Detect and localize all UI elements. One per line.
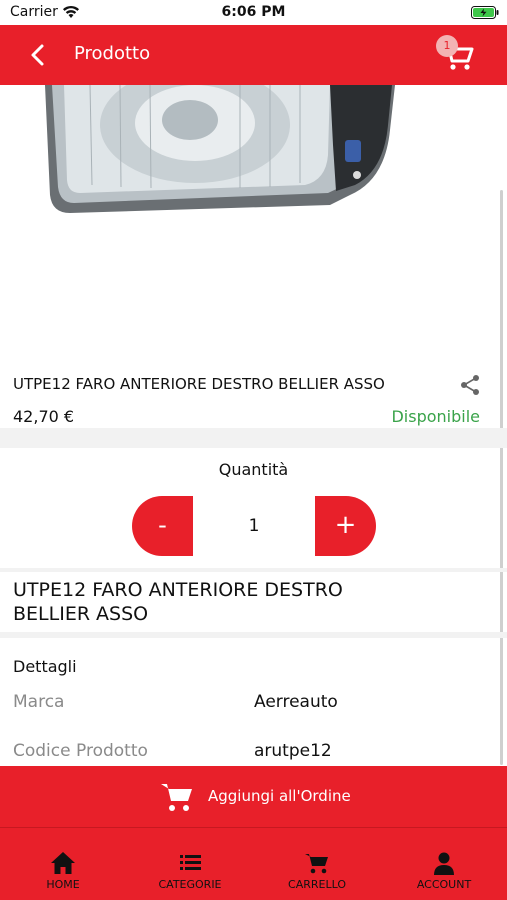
user-icon (434, 852, 454, 875)
product-title-line: BELLIER ASSO (13, 603, 149, 625)
cart-icon (305, 854, 328, 874)
section-divider (0, 428, 507, 448)
product-name: UTPE12 FARO ANTERIORE DESTRO BELLIER ASS… (13, 375, 385, 393)
availability-status: Disponibile (391, 407, 480, 426)
tab-label: CARRELLO (288, 878, 346, 891)
detail-value-brand: Aerreauto (254, 692, 338, 712)
status-bar: Carrier 6:06 PM (0, 0, 507, 25)
section-divider (0, 632, 507, 638)
quantity-increase-button[interactable]: + (315, 496, 376, 556)
detail-label-code: Codice Prodotto (13, 741, 148, 761)
add-to-order-label: Aggiungi all'Ordine (208, 787, 351, 805)
section-divider (0, 568, 507, 572)
product-price: 42,70 € (13, 407, 75, 426)
product-title: UTPE12 FARO ANTERIORE DESTRO BELLIER ASS… (13, 578, 413, 626)
tab-cart[interactable]: CARRELLO (254, 828, 380, 900)
tab-account[interactable]: ACCOUNT (381, 828, 507, 900)
detail-value-code: arutpe12 (254, 741, 332, 761)
quantity-decrease-button[interactable]: - (132, 496, 193, 556)
home-icon (51, 852, 75, 874)
page-title: Prodotto (74, 43, 151, 64)
add-to-order-button[interactable]: Aggiungi all'Ordine (0, 766, 507, 827)
quantity-label: Quantità (218, 460, 289, 479)
nav-bar: Prodotto 1 (0, 25, 507, 85)
tab-bar: HOME CATEGORIE CARRELLO ACCOUNT (0, 827, 507, 900)
details-heading: Dettagli (13, 657, 77, 676)
list-icon (180, 855, 201, 870)
quantity-value[interactable]: 1 (193, 496, 315, 556)
detail-label-brand: Marca (13, 692, 65, 712)
share-icon[interactable] (459, 374, 481, 396)
product-image (0, 85, 507, 365)
tab-label: HOME (46, 878, 80, 891)
tab-label: CATEGORIE (158, 878, 222, 891)
cart-count-badge: 1 (436, 35, 458, 57)
tab-categories[interactable]: CATEGORIE (127, 828, 253, 900)
clock: 6:06 PM (221, 4, 286, 20)
back-arrow-icon[interactable] (26, 42, 50, 68)
tab-label: ACCOUNT (416, 878, 472, 891)
headlight-image (45, 85, 395, 213)
battery-icon (471, 6, 499, 19)
tab-home[interactable]: HOME (0, 828, 126, 900)
cart-icon (161, 784, 192, 811)
product-title-line: UTPE12 FARO ANTERIORE DESTRO (13, 579, 343, 601)
